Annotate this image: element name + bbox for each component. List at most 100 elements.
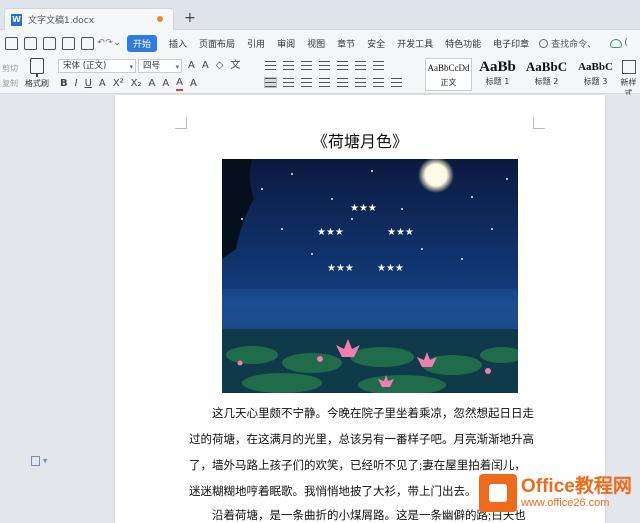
highlight-icon[interactable]: A (148, 78, 155, 90)
cloud-sync[interactable]: ( (610, 38, 628, 48)
menu-section[interactable]: 章节 (337, 37, 355, 50)
cloud-label: ( (624, 38, 628, 48)
menu-features[interactable]: 特色功能 (445, 37, 481, 50)
print-icon[interactable] (62, 36, 75, 50)
menu-developer[interactable]: 开发工具 (397, 37, 433, 50)
font-style-tools: B I U A X² X₂ A A A A (60, 77, 204, 91)
style-normal[interactable]: AaBbCcDd 正文 (425, 58, 472, 91)
document-area: 《荷塘月色》 ★★★ ★★★ ★★★ ★★★ ★★★ 这几天心里颇不宁静。今晚在… (0, 95, 640, 523)
search-icon (539, 38, 549, 48)
print-preview-icon[interactable] (81, 36, 94, 50)
svg-text:★★★: ★★★ (317, 227, 344, 238)
menu-security[interactable]: 安全 (367, 37, 385, 50)
lotus-moon-image[interactable]: ★★★ ★★★ ★★★ ★★★ ★★★ (222, 159, 518, 393)
style-gallery: AaBbCcDd 正文 AaBb 标题 1 AaBbC 标题 2 AaBbC 标… (425, 58, 621, 92)
italic-icon[interactable]: I (75, 78, 78, 90)
align-right-icon[interactable] (301, 78, 312, 87)
justify-icon[interactable] (319, 78, 330, 87)
align-center-icon[interactable] (283, 78, 294, 87)
watermark-brand: Office教程网 (521, 475, 632, 497)
menu-references[interactable]: 引用 (247, 37, 265, 50)
unsaved-dot-icon[interactable] (157, 16, 163, 22)
export-pdf-icon[interactable] (43, 36, 56, 50)
bold-icon[interactable]: B (60, 78, 68, 90)
paragraph-tools-top (265, 61, 391, 70)
tab-title: 文字文稿1.docx (28, 16, 95, 26)
paragraph-line: 这几天心里颇不宁静。今晚在院子里坐着乘凉，忽然想起日日走 (212, 408, 534, 420)
site-watermark: Office教程网 www.office26.com (479, 474, 632, 512)
redo-icon[interactable]: ↷ (105, 38, 113, 48)
decrease-indent-icon[interactable] (301, 61, 312, 70)
ribbon: 剪切 复制 格式刷 宋体 (正文) ▾ 四号 ▾ A A ◇ 文 B I U A… (0, 56, 640, 98)
document-page[interactable]: 《荷塘月色》 ★★★ ★★★ ★★★ ★★★ ★★★ 这几天心里颇不宁静。今晚在… (115, 95, 605, 523)
svg-text:★★★: ★★★ (350, 203, 377, 214)
chinese-layout-icon[interactable] (337, 61, 348, 70)
menu-view[interactable]: 视图 (307, 37, 325, 50)
line-spacing-icon[interactable] (355, 78, 366, 87)
format-painter-button[interactable]: 格式刷 (22, 58, 52, 89)
shading-icon[interactable] (373, 78, 384, 87)
command-search[interactable]: 查找命令、 (539, 37, 596, 50)
align-left-icon[interactable] (264, 77, 277, 88)
font-size-value: 四号 (143, 61, 161, 71)
strikethrough-icon[interactable]: A (99, 78, 106, 90)
distributed-icon[interactable] (337, 78, 348, 87)
show-marks-icon[interactable] (373, 61, 384, 70)
paragraph-line: 过的荷塘，在这满月的光里，总该另有一番样子吧。月亮渐渐地升高 (189, 434, 534, 446)
cloud-icon (610, 38, 623, 48)
numbering-icon[interactable] (283, 61, 294, 70)
new-style-button[interactable]: 新样式 (617, 60, 640, 99)
search-label: 查找命令、 (551, 39, 597, 50)
menu-e-seal[interactable]: 电子印章 (493, 37, 529, 50)
font-color-icon[interactable]: A (162, 78, 169, 90)
paragraph-tools-bottom (264, 77, 409, 88)
chevron-down-icon: ▾ (175, 63, 179, 71)
font-name-value: 宋体 (正文) (63, 61, 107, 71)
chevron-down-icon: ▾ (129, 63, 133, 71)
menu-icon[interactable] (5, 36, 18, 50)
svg-text:★★★: ★★★ (377, 263, 404, 274)
bullets-icon[interactable] (265, 61, 276, 70)
underline-icon[interactable]: U (85, 78, 92, 90)
menu-bar: ↶ ↷ ⌄ 开始 插入 页面布局 引用 审阅 视图 章节 安全 开发工具 特色功… (0, 30, 640, 56)
chevron-down-icon[interactable]: ⌄ (113, 38, 121, 48)
borders-icon[interactable] (391, 78, 402, 87)
font-size-select[interactable]: 四号 ▾ (138, 59, 182, 73)
document-title: 《荷塘月色》 (311, 134, 408, 151)
quick-access-toolbar: ↶ ↷ ⌄ (2, 36, 121, 50)
phonetic-icon[interactable]: 文 (230, 60, 240, 72)
menu-review[interactable]: 审阅 (277, 37, 295, 50)
style-heading-2[interactable]: AaBbC 标题 2 (523, 58, 570, 91)
font-name-select[interactable]: 宋体 (正文) ▾ (58, 59, 136, 73)
save-icon[interactable] (24, 36, 37, 50)
grow-font-icon[interactable]: A (188, 60, 195, 72)
new-style-icon (621, 60, 636, 74)
superscript-icon[interactable]: X² (113, 78, 124, 90)
new-tab-button[interactable]: + (184, 11, 196, 25)
style-heading-3[interactable]: AaBbC 标题 3 (572, 58, 619, 91)
menu-page-layout[interactable]: 页面布局 (199, 37, 235, 50)
watermark-url: www.office26.com (521, 496, 610, 509)
cut-button[interactable]: 剪切 (2, 61, 18, 76)
menu-insert[interactable]: 插入 (169, 37, 187, 50)
copy-button[interactable]: 复制 (2, 76, 18, 91)
shrink-font-icon[interactable]: A (202, 60, 209, 72)
format-painter-label: 格式刷 (25, 79, 49, 88)
sort-icon[interactable] (355, 61, 366, 70)
paragraph-marker-icon[interactable]: ▾ (31, 456, 47, 467)
menu-home[interactable]: 开始 (127, 34, 158, 52)
office-logo-icon (479, 474, 517, 512)
char-shading-icon[interactable]: A (190, 78, 197, 90)
style-heading-1[interactable]: AaBb 标题 1 (474, 58, 521, 91)
text-color-icon[interactable]: A (176, 77, 183, 91)
clipboard-group: 剪切 复制 (2, 61, 18, 91)
clear-format-icon[interactable]: ◇ (216, 60, 224, 72)
svg-text:★★★: ★★★ (327, 263, 354, 274)
tab-bar: W 文字文稿1.docx + (0, 0, 640, 30)
undo-icon[interactable]: ↶ (97, 38, 105, 48)
increase-indent-icon[interactable] (319, 61, 330, 70)
subscript-icon[interactable]: X₂ (131, 78, 142, 90)
paragraph-line: 了，墙外马路上孩子们的欢笑，已经听不见了;妻在屋里拍着闰儿， (189, 460, 526, 472)
writer-doc-icon: W (11, 13, 22, 26)
document-tab[interactable]: W 文字文稿1.docx (4, 8, 174, 30)
